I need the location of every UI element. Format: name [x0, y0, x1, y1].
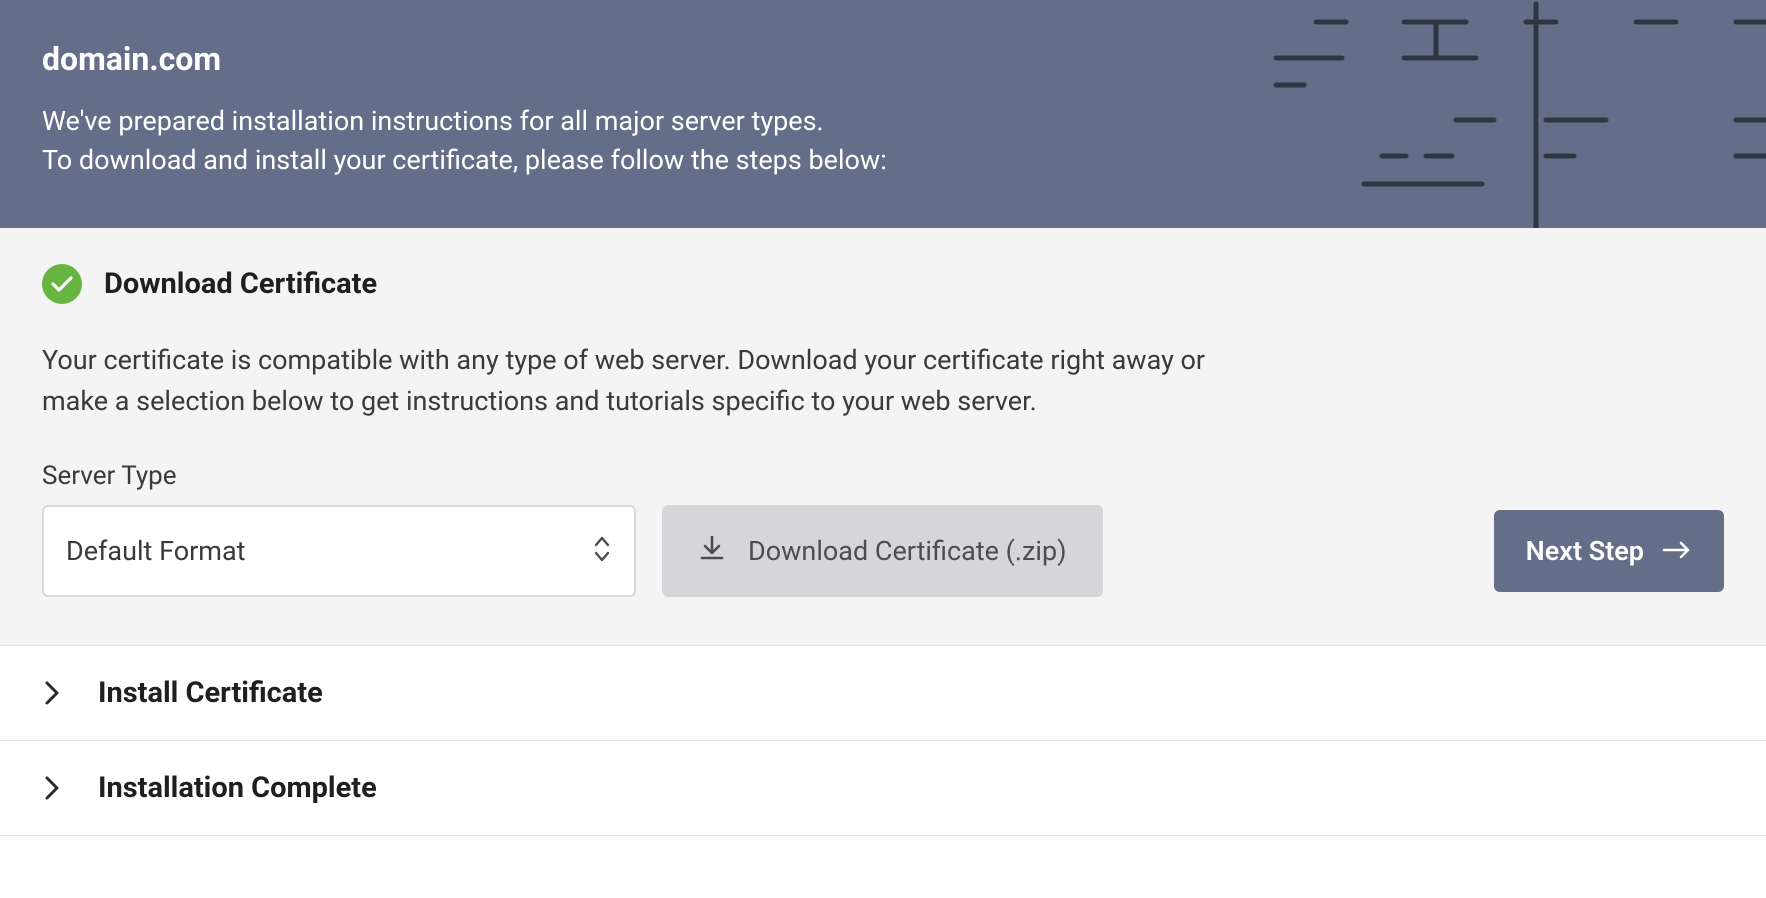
step-download-title: Download Certificate [104, 267, 377, 301]
step-install-certificate[interactable]: Install Certificate [0, 646, 1766, 741]
step-complete-title: Installation Complete [98, 771, 377, 805]
download-button-label: Download Certificate (.zip) [748, 535, 1067, 567]
step-install-title: Install Certificate [98, 676, 323, 710]
server-type-value: Default Format [66, 535, 245, 567]
server-type-label: Server Type [42, 461, 1724, 491]
server-type-select[interactable]: Default Format [42, 505, 636, 597]
header-desc-line2: To download and install your certificate… [42, 144, 887, 176]
chevron-right-icon [42, 776, 62, 800]
controls-row: Default Format Download Certificate (.zi… [42, 505, 1724, 597]
step-installation-complete[interactable]: Installation Complete [0, 741, 1766, 836]
download-icon [698, 534, 726, 569]
checkmark-icon [42, 264, 82, 304]
next-step-button[interactable]: Next Step [1494, 510, 1724, 592]
header-description: We've prepared installation instructions… [42, 102, 1724, 180]
download-certificate-button[interactable]: Download Certificate (.zip) [662, 505, 1103, 597]
step-download-certificate: Download Certificate Your certificate is… [0, 228, 1766, 646]
page-header: domain.com We've prepared installation i… [0, 0, 1766, 228]
header-desc-line1: We've prepared installation instructions… [42, 105, 824, 137]
step-download-body: Your certificate is compatible with any … [42, 340, 1242, 421]
server-type-select-wrap: Default Format [42, 505, 636, 597]
arrow-right-icon [1662, 535, 1692, 567]
step-title-row: Download Certificate [42, 264, 1724, 304]
domain-title: domain.com [42, 40, 1724, 78]
chevron-right-icon [42, 681, 62, 705]
next-button-label: Next Step [1526, 535, 1644, 567]
